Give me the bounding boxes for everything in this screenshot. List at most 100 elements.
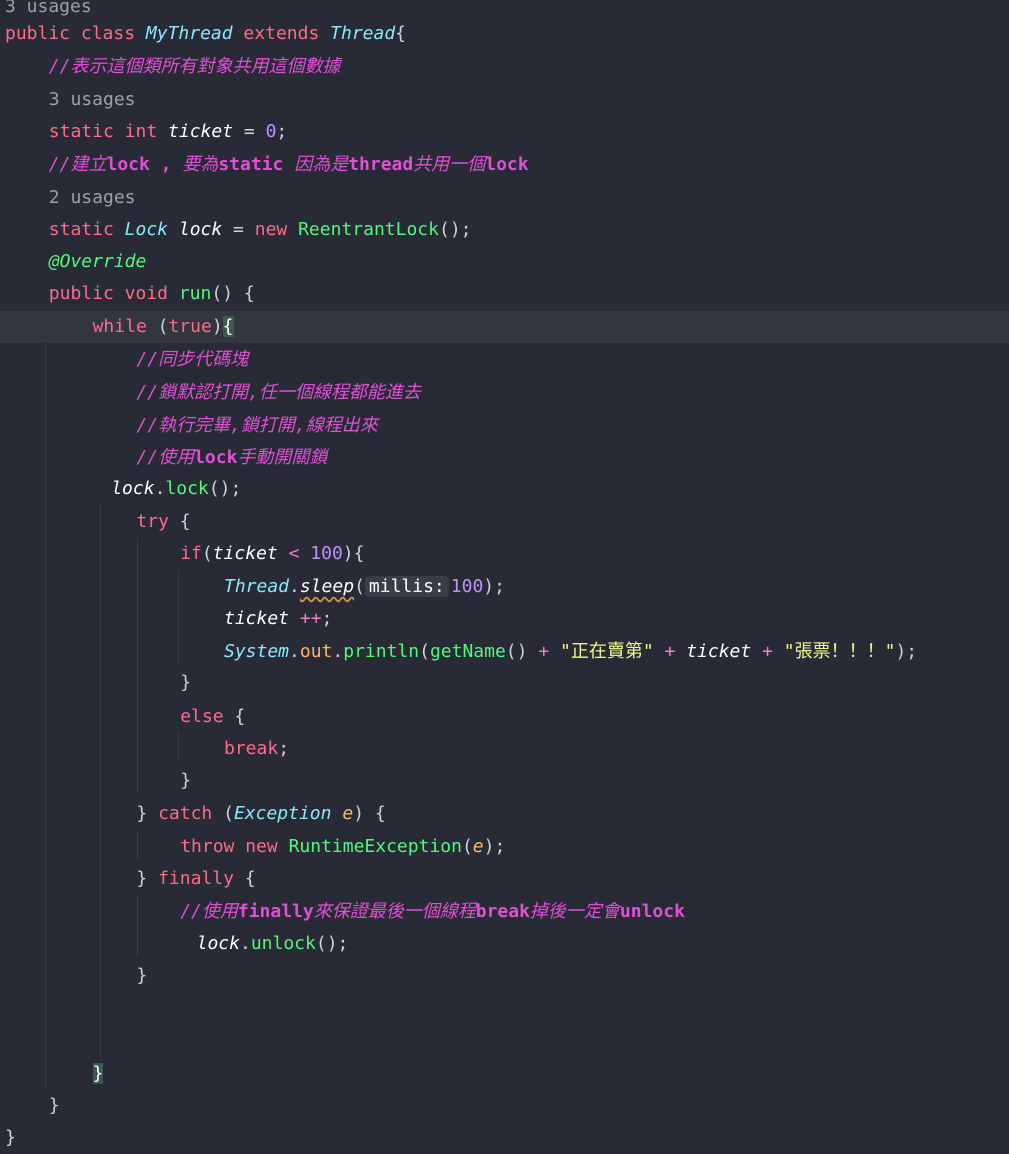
code-comment: thread xyxy=(348,154,414,175)
code-line[interactable]: //執行完畢,鎖打開,線程出來 xyxy=(0,410,1009,442)
code-token: . xyxy=(154,478,166,499)
code-token: ) { xyxy=(353,803,386,824)
code-line[interactable]: static Lock lock = new ReentrantLock(); xyxy=(0,214,1009,246)
code-token: 3 usages xyxy=(48,89,136,110)
code-editor[interactable]: 3 usages public class MyThread extends Th… xyxy=(0,0,1009,1148)
code-token: 2 usages xyxy=(48,187,136,208)
code-token: ticket xyxy=(686,641,752,662)
code-comment: 手動開關鎖 xyxy=(237,447,328,468)
code-line[interactable]: //使用lock手動開關鎖 xyxy=(0,442,1009,474)
code-line[interactable]: else { xyxy=(0,701,1009,733)
code-comment: //使用 xyxy=(136,447,195,468)
code-line[interactable]: } xyxy=(0,960,1009,992)
code-line[interactable]: static int ticket = 0; xyxy=(0,116,1009,148)
code-line[interactable]: //同步代碼塊 xyxy=(0,344,1009,376)
code-comment: break xyxy=(475,901,530,922)
code-token: catch xyxy=(158,803,224,824)
code-token: { xyxy=(222,316,234,337)
code-comment: unlock xyxy=(619,901,685,922)
code-token: . xyxy=(332,641,344,662)
code-line[interactable]: lock.lock(); xyxy=(0,473,1009,505)
code-token: ++ xyxy=(289,608,322,629)
code-comment: lock xyxy=(485,154,529,175)
code-token: lock xyxy=(111,478,155,499)
code-line[interactable]: //表示這個類所有對象共用這個數據 xyxy=(0,51,1009,83)
code-token: 100 xyxy=(450,576,484,597)
code-token: = xyxy=(233,121,266,142)
code-line[interactable]: Thread.sleep(millis: 100); xyxy=(0,571,1009,603)
code-comment: finally xyxy=(237,901,314,922)
code-token: Thread xyxy=(224,576,290,597)
code-line[interactable]: @Override xyxy=(0,246,1009,278)
code-line[interactable]: } xyxy=(0,1090,1009,1122)
code-line[interactable]: public class MyThread extends Thread{ xyxy=(0,18,1009,50)
code-token: } xyxy=(180,770,192,791)
code-comment: //建立 xyxy=(48,154,107,175)
code-line[interactable]: //建立lock , 要為static 因為是thread共用一個lock xyxy=(0,149,1009,181)
code-token: "正在賣第" xyxy=(560,641,654,662)
code-token: public void xyxy=(48,283,179,304)
code-token: () xyxy=(505,641,539,662)
code-token: + xyxy=(751,641,784,662)
code-token: if xyxy=(180,543,202,564)
code-comment: 要為 xyxy=(182,154,219,175)
code-line[interactable]: if(ticket < 100){ xyxy=(0,538,1009,570)
code-token: break xyxy=(224,738,279,759)
code-token: extends xyxy=(232,23,331,44)
code-token: < xyxy=(277,543,311,564)
code-token: else xyxy=(180,706,235,727)
code-token: 100 xyxy=(310,543,343,564)
code-comment: lock , xyxy=(106,154,183,175)
code-token: { xyxy=(244,868,256,889)
code-comment: static xyxy=(218,154,295,175)
code-token: ); xyxy=(895,641,918,662)
code-line[interactable]: //使用finally來保證最後一個線程break掉後一定會unlock xyxy=(0,896,1009,928)
code-line[interactable]: public void run() { xyxy=(0,278,1009,310)
code-token: . xyxy=(289,641,300,662)
code-line[interactable]: } xyxy=(0,765,1009,797)
code-line[interactable]: 3 usages xyxy=(0,84,1009,116)
code-line[interactable]: throw new RuntimeException(e); xyxy=(0,831,1009,863)
code-token: e xyxy=(342,803,354,824)
code-token: true xyxy=(168,316,212,337)
code-token: ; xyxy=(321,608,333,629)
code-token: lock xyxy=(178,219,223,240)
code-line[interactable]: } xyxy=(0,1122,1009,1154)
code-line[interactable]: break; xyxy=(0,733,1009,765)
code-token: } xyxy=(136,868,159,889)
code-token: } xyxy=(180,672,192,693)
code-line[interactable]: ticket ++; xyxy=(0,603,1009,635)
code-token: ; xyxy=(276,121,288,142)
code-token: lock xyxy=(165,478,209,499)
code-comment: //表示這個類所有對象共用這個數據 xyxy=(48,56,341,77)
code-token: throw new xyxy=(180,836,289,857)
parameter-hint: millis: xyxy=(364,576,449,597)
code-token: (); xyxy=(315,933,349,954)
code-line[interactable]: while (true){ xyxy=(0,311,1009,343)
code-token: public class xyxy=(5,23,146,44)
code-token: try xyxy=(136,511,180,532)
code-token: "張票！！！" xyxy=(783,641,896,662)
code-line[interactable]: //鎖默認打開,任一個線程都能進去 xyxy=(0,377,1009,409)
code-line[interactable]: } xyxy=(0,667,1009,699)
code-token: ( xyxy=(157,316,169,337)
code-token: run xyxy=(178,283,212,304)
code-comment: lock xyxy=(194,447,238,468)
code-token: static xyxy=(48,219,125,240)
code-line[interactable]: 2 usages xyxy=(0,182,1009,214)
code-token: . xyxy=(289,576,300,597)
code-line[interactable]: } catch (Exception e) { xyxy=(0,798,1009,830)
code-line[interactable]: System.out.println(getName() + "正在賣第" + … xyxy=(0,636,1009,668)
code-token: System xyxy=(224,641,290,662)
code-token: . xyxy=(239,933,251,954)
code-line[interactable]: } finally { xyxy=(0,863,1009,895)
code-token: ticket xyxy=(212,543,278,564)
code-token: MyThread xyxy=(145,23,233,44)
code-token: finally xyxy=(158,868,245,889)
code-line[interactable]: lock.unlock(); xyxy=(0,928,1009,960)
code-line[interactable]: } xyxy=(0,1058,1009,1090)
code-token: } xyxy=(136,965,148,986)
code-token: Lock xyxy=(124,219,169,240)
code-token: ); xyxy=(483,836,506,857)
code-line[interactable]: try { xyxy=(0,506,1009,538)
